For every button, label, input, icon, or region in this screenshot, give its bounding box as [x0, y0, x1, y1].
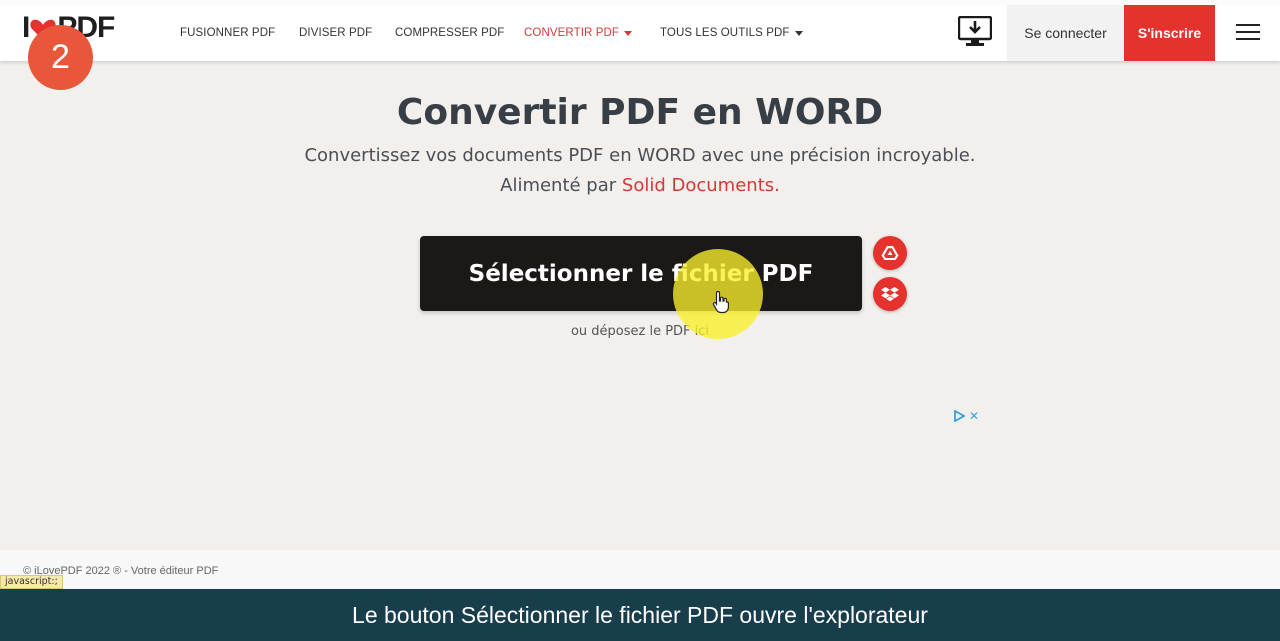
nav-label: COMPRESSER PDF	[395, 27, 505, 39]
nav-label: CONVERTIR PDF	[524, 27, 620, 39]
select-pdf-file-button[interactable]: Sélectionner le fichier PDF	[420, 236, 862, 311]
nav-label: DIVISER PDF	[299, 27, 373, 39]
drop-hint: ou déposez le PDF ici	[570, 324, 710, 339]
nav-compresser-pdf[interactable]: COMPRESSER PDF	[395, 5, 504, 61]
hand-cursor-icon	[712, 290, 730, 314]
google-drive-icon	[881, 246, 899, 260]
login-button[interactable]: Se connecter	[1007, 5, 1124, 61]
signup-button[interactable]: S'inscrire	[1124, 5, 1215, 61]
logo-prefix: I	[22, 11, 30, 44]
dropbox-button[interactable]	[873, 277, 907, 311]
caret-down-icon	[794, 31, 803, 36]
page-title: Convertir PDF en WORD	[396, 92, 884, 133]
ad-choices[interactable]: ✕	[953, 409, 979, 423]
google-drive-button[interactable]	[873, 236, 907, 270]
powered-prefix: Alimenté par	[500, 175, 617, 196]
status-bar-tooltip: javascript:;	[0, 575, 63, 589]
dropbox-icon	[881, 287, 899, 302]
nav-convertir-pdf[interactable]: CONVERTIR PDF	[524, 5, 633, 61]
nav-label: FUSIONNER PDF	[180, 27, 276, 39]
desktop-download-icon[interactable]	[957, 15, 993, 48]
ad-choices-icon	[954, 410, 965, 422]
page-subtitle: Convertissez vos documents PDF en WORD a…	[304, 145, 976, 166]
hamburger-menu-icon[interactable]	[1236, 24, 1260, 42]
solid-documents-link[interactable]: Solid Documents.	[622, 175, 780, 196]
nav-tous-les-outils[interactable]: TOUS LES OUTILS PDF	[660, 5, 803, 61]
step-number-badge: 2	[28, 25, 93, 90]
ad-close-icon[interactable]: ✕	[969, 409, 979, 423]
nav-label: TOUS LES OUTILS PDF	[660, 27, 790, 39]
powered-by: Alimenté par Solid Documents.	[0, 175, 1280, 196]
video-caption: Le bouton Sélectionner le fichier PDF ou…	[0, 589, 1280, 641]
nav-diviser-pdf[interactable]: DIVISER PDF	[299, 5, 372, 61]
nav-fusionner-pdf[interactable]: FUSIONNER PDF	[180, 5, 275, 61]
caret-down-icon	[624, 31, 633, 36]
